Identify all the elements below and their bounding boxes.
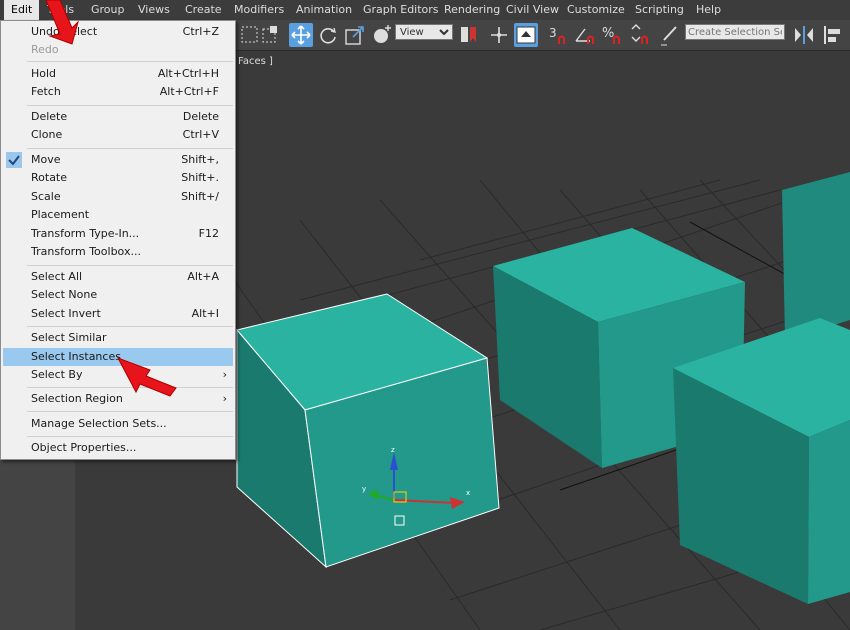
red-arrow-icon bbox=[116, 357, 177, 397]
annotation-overlay bbox=[45, 0, 177, 397]
red-arrow-icon bbox=[45, 0, 79, 45]
